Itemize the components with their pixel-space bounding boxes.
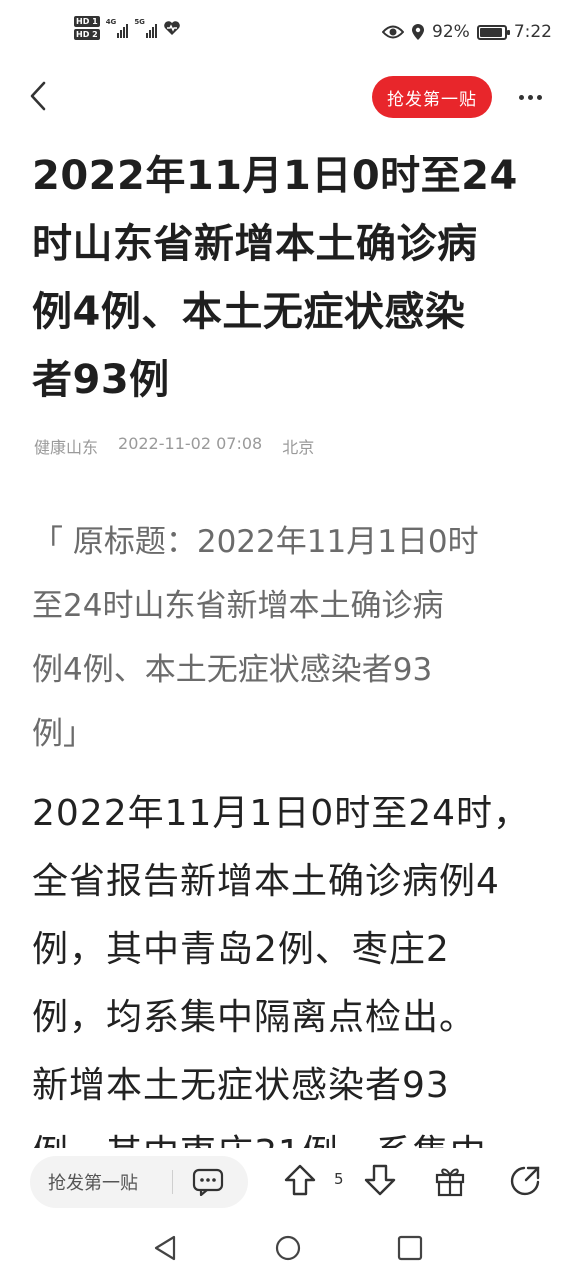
- battery-icon: [476, 24, 510, 40]
- eye-icon: [382, 25, 405, 39]
- comment-divider: [172, 1170, 173, 1194]
- battery-percent: 92%: [432, 22, 470, 42]
- body-line: 例，其中枣庄31例，系集中: [32, 1120, 547, 1148]
- original-title-quote: 「 原标题：2022年11月1日0时 至24时山东省新增本土确诊病 例4例、本土…: [32, 510, 544, 766]
- gift-icon[interactable]: [432, 1162, 468, 1198]
- body-line: 新增本土无症状感染者93: [32, 1065, 450, 1106]
- quote-line: 至24时山东省新增本土确诊病: [32, 588, 444, 624]
- vote-count: 5: [334, 1170, 344, 1188]
- emoji-comment-icon[interactable]: [192, 1168, 224, 1196]
- net1-label: 4G: [105, 18, 117, 26]
- signal-5g-icon: 5G: [134, 18, 157, 38]
- article-source[interactable]: 健康山东: [34, 434, 98, 458]
- quote-line: 「 原标题：2022年11月1日0时: [32, 524, 479, 560]
- back-button[interactable]: [22, 78, 54, 114]
- arrow-down-icon[interactable]: [362, 1162, 398, 1198]
- signal-indicators: HD 1 HD 2 4G 5G: [74, 16, 181, 40]
- system-nav-bar: [0, 1216, 576, 1280]
- status-right: 92% 7:22: [382, 22, 552, 42]
- more-options-button[interactable]: [512, 80, 548, 114]
- comment-placeholder: 抢发第一贴: [48, 1173, 138, 1194]
- quote-line: 例」: [32, 716, 94, 752]
- hd-badges: HD 1 HD 2: [74, 16, 100, 40]
- net2-label: 5G: [134, 18, 145, 26]
- post-first-comment-button[interactable]: 抢发第一贴: [372, 76, 492, 118]
- nav-recents-icon[interactable]: [392, 1230, 428, 1266]
- more-dots-icon: [518, 94, 524, 100]
- body-line: 例，其中青岛2例、枣庄2: [32, 929, 450, 970]
- arrow-up-icon[interactable]: [282, 1162, 318, 1198]
- chevron-left-icon: [30, 81, 46, 111]
- quote-line: 例4例、本土无症状感染者93: [32, 652, 433, 688]
- share-icon[interactable]: [508, 1162, 544, 1198]
- title-line: 时山东省新增本土确诊病: [32, 221, 478, 267]
- comment-input[interactable]: 抢发第一贴: [30, 1156, 248, 1208]
- status-bar: HD 1 HD 2 4G 5G 92% 7:22: [0, 0, 576, 70]
- bottom-action-bar: 抢发第一贴 5: [0, 1150, 576, 1216]
- body-line: 全省报告新增本土确诊病例4: [32, 861, 500, 902]
- title-line: 者93例: [32, 357, 170, 403]
- top-nav: 抢发第一贴: [0, 70, 576, 126]
- hd2-badge: HD 2: [74, 29, 100, 40]
- article-meta: 健康山东 2022-11-02 07:08 北京: [34, 434, 314, 458]
- heart-rate-icon: [164, 21, 180, 35]
- body-line: 2022年11月1日0时至24时，: [32, 793, 531, 834]
- nav-home-icon[interactable]: [270, 1230, 306, 1266]
- title-line: 例4例、本土无症状感染: [32, 289, 466, 335]
- title-line: 2022年11月1日0时至24: [32, 153, 518, 199]
- article-body: 2022年11月1日0时至24时， 全省报告新增本土确诊病例4 例，其中青岛2例…: [32, 780, 547, 1148]
- signal-4g-icon: 4G: [106, 18, 129, 38]
- clock: 7:22: [513, 22, 552, 42]
- article-title: 2022年11月1日0时至24 时山东省新增本土确诊病 例4例、本土无症状感染 …: [32, 142, 544, 414]
- article-location: 北京: [282, 438, 315, 457]
- hd1-badge: HD 1: [74, 16, 100, 27]
- nav-back-icon[interactable]: [148, 1230, 184, 1266]
- location-icon: [412, 24, 425, 40]
- battery-fill: [479, 27, 502, 37]
- body-line: 例，均系集中隔离点检出。: [32, 997, 477, 1038]
- article-datetime: 2022-11-02 07:08: [118, 434, 263, 453]
